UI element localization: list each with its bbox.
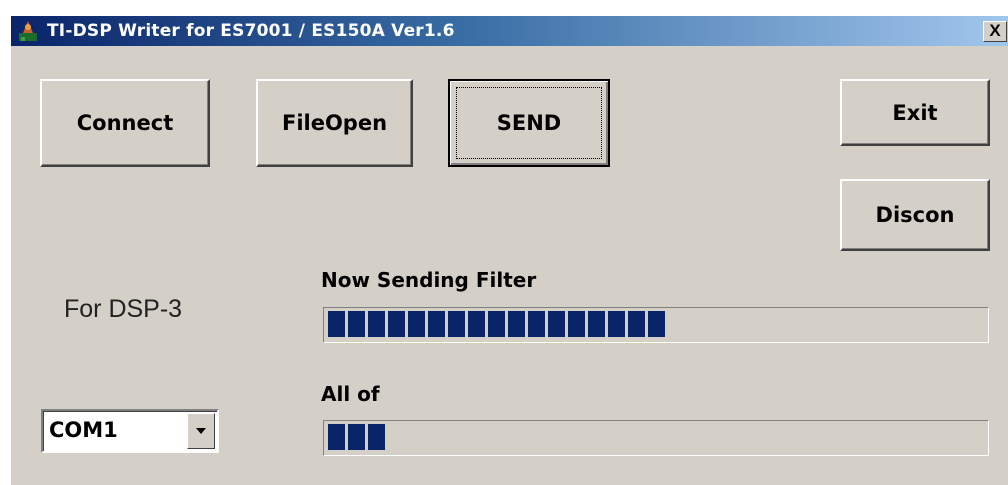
progress-block: [328, 424, 345, 450]
connect-button[interactable]: Connect: [40, 79, 210, 167]
progress-block: [488, 311, 505, 337]
main-window: TI-DSP Writer for ES7001 / ES150A Ver1.6…: [10, 15, 1008, 485]
progress-block: [368, 311, 385, 337]
window-title: TI-DSP Writer for ES7001 / ES150A Ver1.6: [47, 21, 455, 41]
all-progress-bar: [323, 420, 989, 456]
progress-block: [328, 311, 345, 337]
progress-block: [408, 311, 425, 337]
progress-block: [528, 311, 545, 337]
com-port-value: COM1: [49, 418, 118, 442]
progress-block: [548, 311, 565, 337]
progress-block: [388, 311, 405, 337]
progress-block: [628, 311, 645, 337]
focus-ring: [456, 87, 602, 159]
chevron-down-icon: [196, 428, 206, 434]
progress-block: [368, 424, 385, 450]
now-sending-label: Now Sending Filter: [321, 268, 537, 292]
dsp-label: For DSP-3: [64, 295, 183, 323]
all-of-label: All of: [321, 382, 380, 406]
send-button[interactable]: SEND: [448, 79, 610, 167]
progress-block: [648, 311, 665, 337]
progress-block: [428, 311, 445, 337]
disconnect-button[interactable]: Discon: [840, 179, 990, 251]
progress-block: [608, 311, 625, 337]
progress-block: [348, 424, 365, 450]
dropdown-button[interactable]: [187, 413, 215, 449]
progress-block: [448, 311, 465, 337]
close-button[interactable]: X: [983, 21, 1007, 42]
filter-progress-bar: [323, 307, 989, 343]
app-icon: [17, 19, 39, 43]
progress-block: [468, 311, 485, 337]
progress-block: [568, 311, 585, 337]
file-open-button[interactable]: FileOpen: [256, 79, 413, 167]
progress-block: [508, 311, 525, 337]
progress-block: [348, 311, 365, 337]
exit-button[interactable]: Exit: [840, 79, 990, 146]
com-port-select[interactable]: COM1: [41, 409, 219, 453]
progress-block: [588, 311, 605, 337]
title-bar[interactable]: TI-DSP Writer for ES7001 / ES150A Ver1.6…: [11, 16, 1008, 46]
